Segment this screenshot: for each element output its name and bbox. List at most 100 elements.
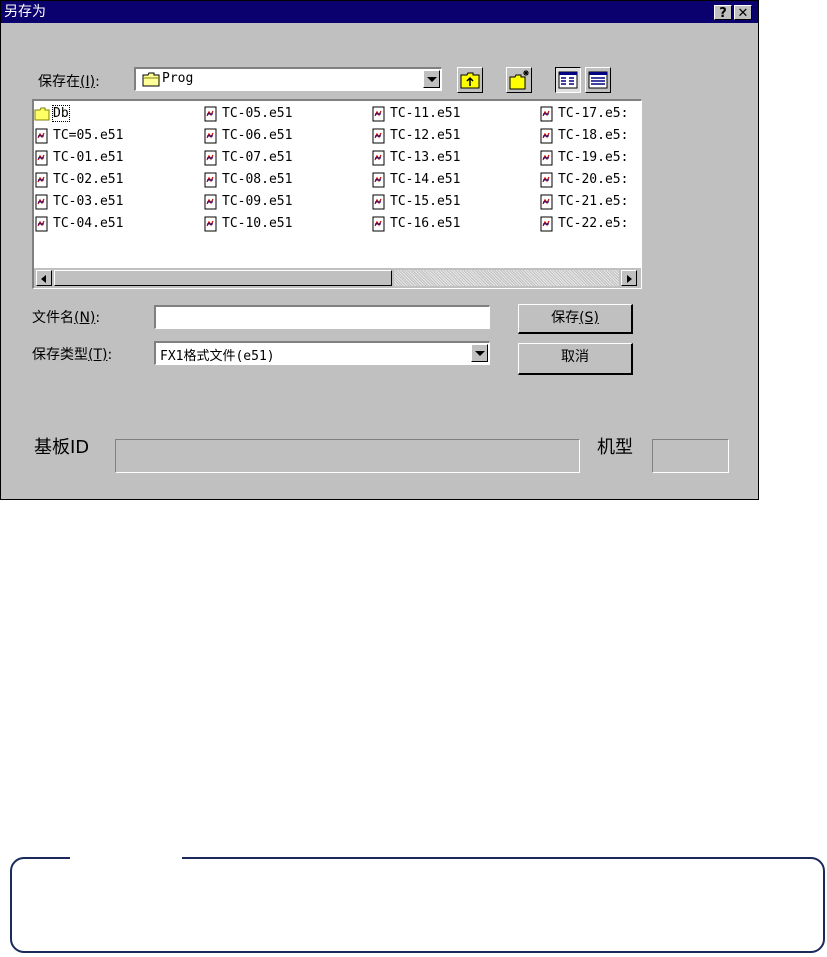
file-item[interactable]: TC-08.e51 [203, 169, 292, 191]
file-item[interactable]: TC-16.e51 [371, 213, 460, 235]
save-in-label: 保存在(I): [38, 74, 100, 90]
file-icon [35, 128, 48, 143]
dialog-title: 另存为 [4, 4, 46, 20]
file-name: TC-07.e51 [222, 150, 293, 165]
file-item[interactable]: TC-14.e51 [371, 169, 460, 191]
file-item[interactable]: TC=05.e51 [34, 125, 123, 147]
file-icon [204, 194, 217, 209]
file-item[interactable]: TC-22.e5: [539, 213, 628, 235]
file-name: TC-05.e51 [222, 106, 293, 121]
file-name: TC-15.e51 [390, 194, 461, 209]
file-name: TC-22.e5: [558, 216, 629, 231]
file-item[interactable]: TC-17.e5: [539, 103, 628, 125]
file-icon [372, 106, 385, 121]
save-button-hotkey: (S) [579, 310, 599, 326]
file-name: TC-08.e51 [222, 172, 293, 187]
file-item[interactable]: TC-18.e5: [539, 125, 628, 147]
file-icon [204, 172, 217, 187]
up-folder-button[interactable] [457, 67, 483, 93]
file-icon [35, 216, 48, 231]
save-in-value: Prog [162, 71, 194, 86]
model-label: 机型 [597, 437, 633, 458]
file-name: TC-20.e5: [558, 172, 629, 187]
save-in-combo[interactable]: Prog [134, 67, 442, 91]
folder-item[interactable]: Db [34, 103, 70, 125]
filetype-value: FX1格式文件(e51) [160, 349, 275, 364]
save-button-label: 保存 [551, 310, 580, 326]
filename-label: 文件名(N): [32, 310, 101, 326]
file-item[interactable]: TC-03.e51 [34, 191, 123, 213]
note-frame-gap [70, 853, 182, 861]
file-item[interactable]: TC-15.e51 [371, 191, 460, 213]
file-icon [372, 128, 385, 143]
file-item[interactable]: TC-04.e51 [34, 213, 123, 235]
file-name: TC-19.e5: [558, 150, 629, 165]
scroll-track[interactable] [394, 270, 619, 286]
save-as-dialog: 另存为 ? ✕ 保存在(I): Prog Db TC=05.e51 TC-01.… [0, 0, 759, 500]
help-button[interactable]: ? [714, 5, 732, 21]
model-field [652, 439, 729, 473]
list-view-icon [558, 71, 578, 89]
file-item[interactable]: TC-10.e51 [203, 213, 292, 235]
file-item[interactable]: TC-12.e51 [371, 125, 460, 147]
new-folder-icon [509, 70, 529, 90]
arrow-right-icon [627, 275, 632, 283]
file-name: Db [52, 105, 70, 122]
file-item[interactable]: TC-13.e51 [371, 147, 460, 169]
filename-input[interactable] [154, 305, 490, 329]
scroll-left-button[interactable] [36, 270, 52, 286]
file-icon [35, 150, 48, 165]
file-list[interactable]: Db TC=05.e51 TC-01.e51 TC-02.e51 TC-03.e51 TC… [32, 99, 642, 289]
board-id-label: 基板ID [34, 437, 90, 458]
file-item[interactable]: TC-02.e51 [34, 169, 123, 191]
horizontal-scrollbar[interactable] [34, 268, 641, 288]
new-folder-button[interactable] [506, 67, 532, 93]
file-icon [540, 194, 553, 209]
close-button[interactable]: ✕ [734, 5, 752, 21]
folder-icon [142, 72, 160, 87]
filetype-label: 保存类型(T): [32, 347, 113, 363]
file-name: TC-18.e5: [558, 128, 629, 143]
file-icon [540, 172, 553, 187]
list-view-button[interactable] [555, 67, 581, 93]
save-button[interactable]: 保存(S) [518, 304, 633, 334]
file-name: TC-03.e51 [53, 194, 124, 209]
up-folder-icon [460, 72, 480, 89]
file-name: TC-13.e51 [390, 150, 461, 165]
cancel-button[interactable]: 取消 [518, 343, 633, 375]
file-item[interactable]: TC-07.e51 [203, 147, 292, 169]
file-item[interactable]: TC-19.e5: [539, 147, 628, 169]
file-icon [204, 216, 217, 231]
file-name: TC-09.e51 [222, 194, 293, 209]
scroll-thumb[interactable] [54, 270, 392, 286]
details-view-button[interactable] [585, 67, 611, 93]
file-item[interactable]: TC-11.e51 [371, 103, 460, 125]
title-bar[interactable]: 另存为 ? ✕ [1, 1, 758, 23]
chevron-down-icon[interactable] [471, 344, 488, 362]
file-icon [372, 150, 385, 165]
file-name: TC-01.e51 [53, 150, 124, 165]
file-item[interactable]: TC-01.e51 [34, 147, 123, 169]
note-frame [10, 857, 825, 953]
file-icon [204, 106, 217, 121]
file-name: TC-10.e51 [222, 216, 293, 231]
board-id-field [115, 439, 580, 473]
file-item[interactable]: TC-09.e51 [203, 191, 292, 213]
file-name: TC-02.e51 [53, 172, 124, 187]
file-name: TC-06.e51 [222, 128, 293, 143]
file-name: TC-21.e5: [558, 194, 629, 209]
chevron-down-icon[interactable] [423, 70, 440, 88]
file-icon [35, 194, 48, 209]
filetype-select[interactable]: FX1格式文件(e51) [154, 341, 490, 365]
file-icon [204, 150, 217, 165]
file-name: TC-12.e51 [390, 128, 461, 143]
file-icon [372, 172, 385, 187]
file-icon [540, 106, 553, 121]
file-item[interactable]: TC-06.e51 [203, 125, 292, 147]
file-item[interactable]: TC-20.e5: [539, 169, 628, 191]
file-icon [540, 216, 553, 231]
file-item[interactable]: TC-05.e51 [203, 103, 292, 125]
file-icon [204, 128, 217, 143]
file-item[interactable]: TC-21.e5: [539, 191, 628, 213]
scroll-right-button[interactable] [621, 270, 637, 286]
